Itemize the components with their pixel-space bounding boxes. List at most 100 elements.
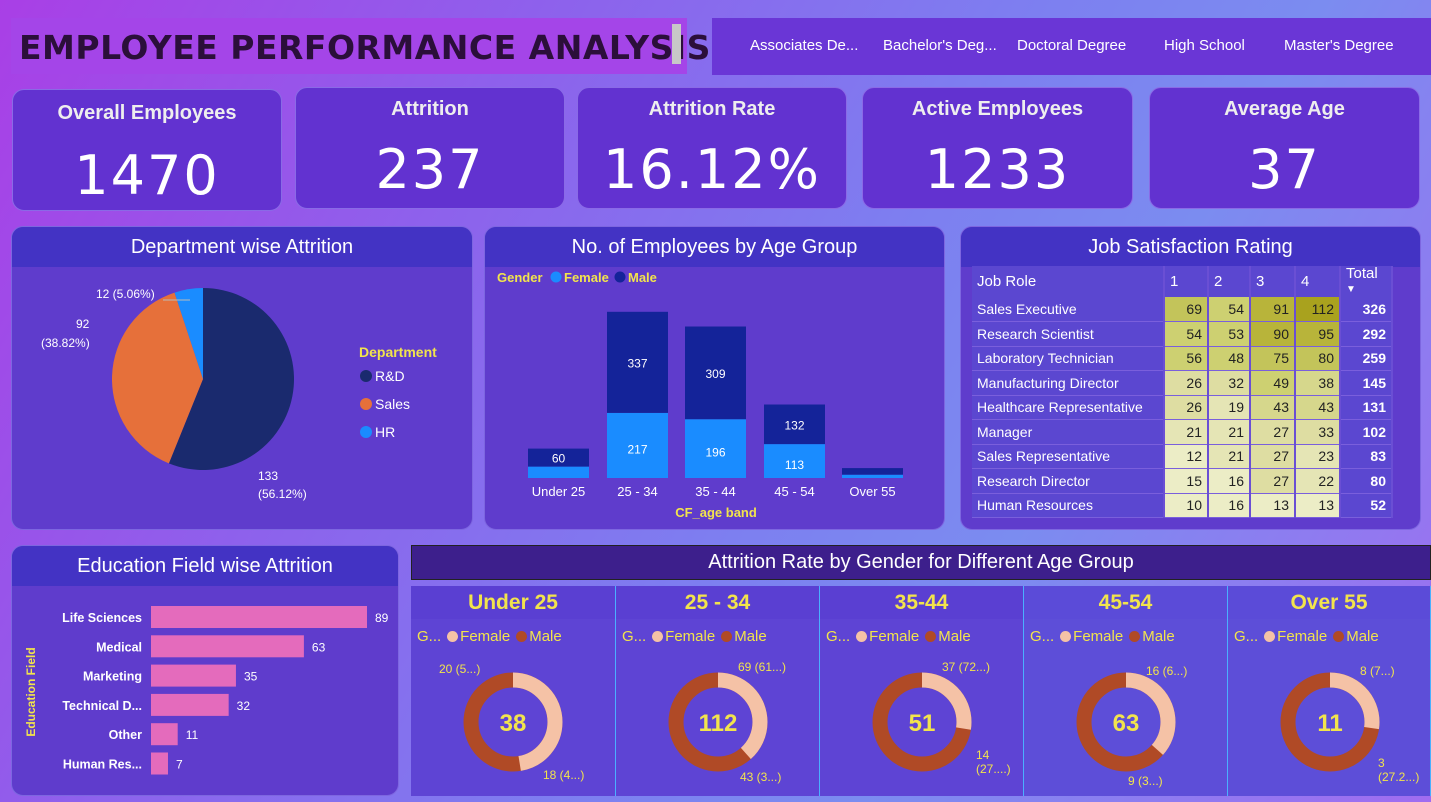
cell-rating-3: 49 [1250,370,1296,396]
bar-label-female: 113 [785,458,804,472]
bar-value-label: 32 [237,699,251,713]
col-header-total[interactable]: Total ▼ [1340,264,1393,297]
legend-dot-male [614,271,626,283]
table-row: Sales Representative 12 21 27 23 83 [972,444,1393,469]
bar-label-male: 60 [552,452,566,466]
x-axis-title: CF_age band [675,505,757,520]
cell-rating-4: 13 [1295,493,1341,518]
chart-title: Job Satisfaction Rating [961,227,1420,267]
donut-center-value: 11 [1317,710,1342,737]
slice-pct-rnd: (56.12%) [258,487,307,501]
gender-age-header: Attrition Rate by Gender for Different A… [411,545,1431,580]
cell-total: 131 [1340,395,1393,420]
bar-female[interactable] [528,466,589,478]
col-header-rating-4[interactable]: 4 [1295,266,1341,297]
cell-total: 52 [1340,493,1393,518]
cell-job-role: Research Director [972,468,1165,494]
slice-label-hr: 12 (5.06%) [96,287,155,301]
table-row: Sales Executive 69 54 91 112 326 [972,297,1393,322]
age-group-bar-chart: Gender Female Male 60 Under 25 217 337 25 - … [497,270,903,520]
kpi-attrition: Attrition 237 [295,87,565,209]
bar[interactable] [151,693,229,716]
bar-value-label: 63 [312,640,326,654]
slicer-item-doctoral[interactable]: Doctoral Degree [1017,37,1126,54]
col-header-job-role[interactable]: Job Role [972,266,1165,297]
cell-rating-1: 69 [1164,297,1209,322]
legend-dot-sales [360,398,372,410]
education-field-bar-chart: Education Field Life Sciences 89 Medical 63… [24,606,389,775]
cell-rating-2: 16 [1208,493,1251,518]
x-tick-label: 45 - 54 [774,484,814,499]
x-tick-label: 25 - 34 [617,484,657,499]
bar[interactable] [151,752,168,775]
bar-label-female: 217 [627,442,647,456]
legend-label-female: Female [564,270,609,285]
kpi-value: 1233 [924,138,1071,201]
kpi-active-employees: Active Employees 1233 [862,87,1133,209]
bar-female[interactable] [842,474,903,478]
slicer-item-masters[interactable]: Master's Degree [1284,37,1394,54]
kpi-value: 37 [1248,138,1321,201]
slice-pct-sales: (38.82%) [41,336,90,350]
cell-total: 145 [1340,370,1393,396]
cell-rating-2: 19 [1208,395,1251,420]
kpi-label: Attrition [391,98,469,120]
age-group-card: No. of Employees by Age Group Gender Fem… [484,226,945,530]
col-header-rating-1[interactable]: 1 [1164,266,1209,297]
x-tick-label: Under 25 [532,484,585,499]
gender-donut-panel: 25 - 34 G... Female Male 112 69 (61...) 43 (… [616,586,820,796]
slicer-item-associates[interactable]: Associates De... [750,37,858,54]
donut-chart: 38 [463,672,563,772]
slicer-item-high-school[interactable]: High School [1164,37,1245,54]
job-satisfaction-card: Job Satisfaction Rating Job Role 1 2 3 4… [960,226,1421,530]
bar-label-male: 309 [705,367,725,381]
education-field-card: Education Field wise Attrition Education… [11,545,399,796]
gender-donut-panel: Over 55 G... Female Male 11 8 (7...) 3 (27.2… [1228,586,1431,796]
x-tick-label: Over 55 [849,484,895,499]
table-row: Human Resources 10 16 13 13 52 [972,493,1393,518]
cell-rating-1: 21 [1164,419,1209,445]
y-tick-label: Medical [96,640,142,654]
cell-rating-4: 80 [1295,346,1341,371]
bar-value-label: 7 [176,758,183,772]
kpi-average-age: Average Age 37 [1149,87,1420,209]
table-row: Healthcare Representative 26 19 43 43 131 [972,395,1393,420]
donut-label-male: 69 (61...) [738,660,787,674]
cell-rating-4: 43 [1295,395,1341,420]
kpi-label: Attrition Rate [648,98,776,120]
cell-job-role: Healthcare Representative [972,395,1165,420]
bar-male[interactable] [842,468,903,475]
cell-rating-4: 95 [1295,321,1341,347]
cell-job-role: Manufacturing Director [972,370,1165,396]
bar-label-male: 132 [784,418,804,432]
gender-donut-panel: 35-44 G... Female Male 51 37 (72...) 14 (27.… [820,586,1024,796]
legend-label-male: Male [628,270,657,285]
cell-rating-4: 33 [1295,419,1341,445]
table-row: Laboratory Technician 56 48 75 80 259 [972,346,1393,371]
education-slicer: Associates De... Bachelor's Deg... Docto… [712,18,1431,75]
legend-dot-rnd [360,370,372,382]
cell-rating-4: 23 [1295,444,1341,469]
table-row: Research Director 15 16 27 22 80 [972,468,1393,494]
kpi-overall-employees: Overall Employees 1470 [12,89,282,211]
col-header-rating-3[interactable]: 3 [1250,266,1296,297]
kpi-value: 237 [375,138,485,201]
bar[interactable] [151,723,178,746]
bar[interactable] [151,635,304,658]
department-pie-chart: 12 (5.06%) 92 (38.82%) 133 (56.12%) Depa… [41,287,437,501]
x-tick-label: 35 - 44 [695,484,735,499]
bar[interactable] [151,606,367,628]
col-header-rating-2[interactable]: 2 [1208,266,1251,297]
table-row: Manufacturing Director 26 32 49 38 145 [972,370,1393,396]
donut-label-male: 8 (7...) [1360,664,1395,678]
slicer-item-bachelors[interactable]: Bachelor's Deg... [883,37,997,54]
bar-label-female: 196 [705,446,725,460]
donut-chart: 63 [1076,672,1176,772]
cell-rating-3: 27 [1250,419,1296,445]
job-satisfaction-table: Job Role 1 2 3 4 Total ▼ Sales Executive 6… [972,266,1393,518]
cell-rating-2: 16 [1208,468,1251,494]
cell-rating-4: 38 [1295,370,1341,396]
sort-desc-icon: ▼ [1346,283,1356,295]
bar[interactable] [151,664,236,687]
col-header-total-label: Total [1346,264,1378,282]
